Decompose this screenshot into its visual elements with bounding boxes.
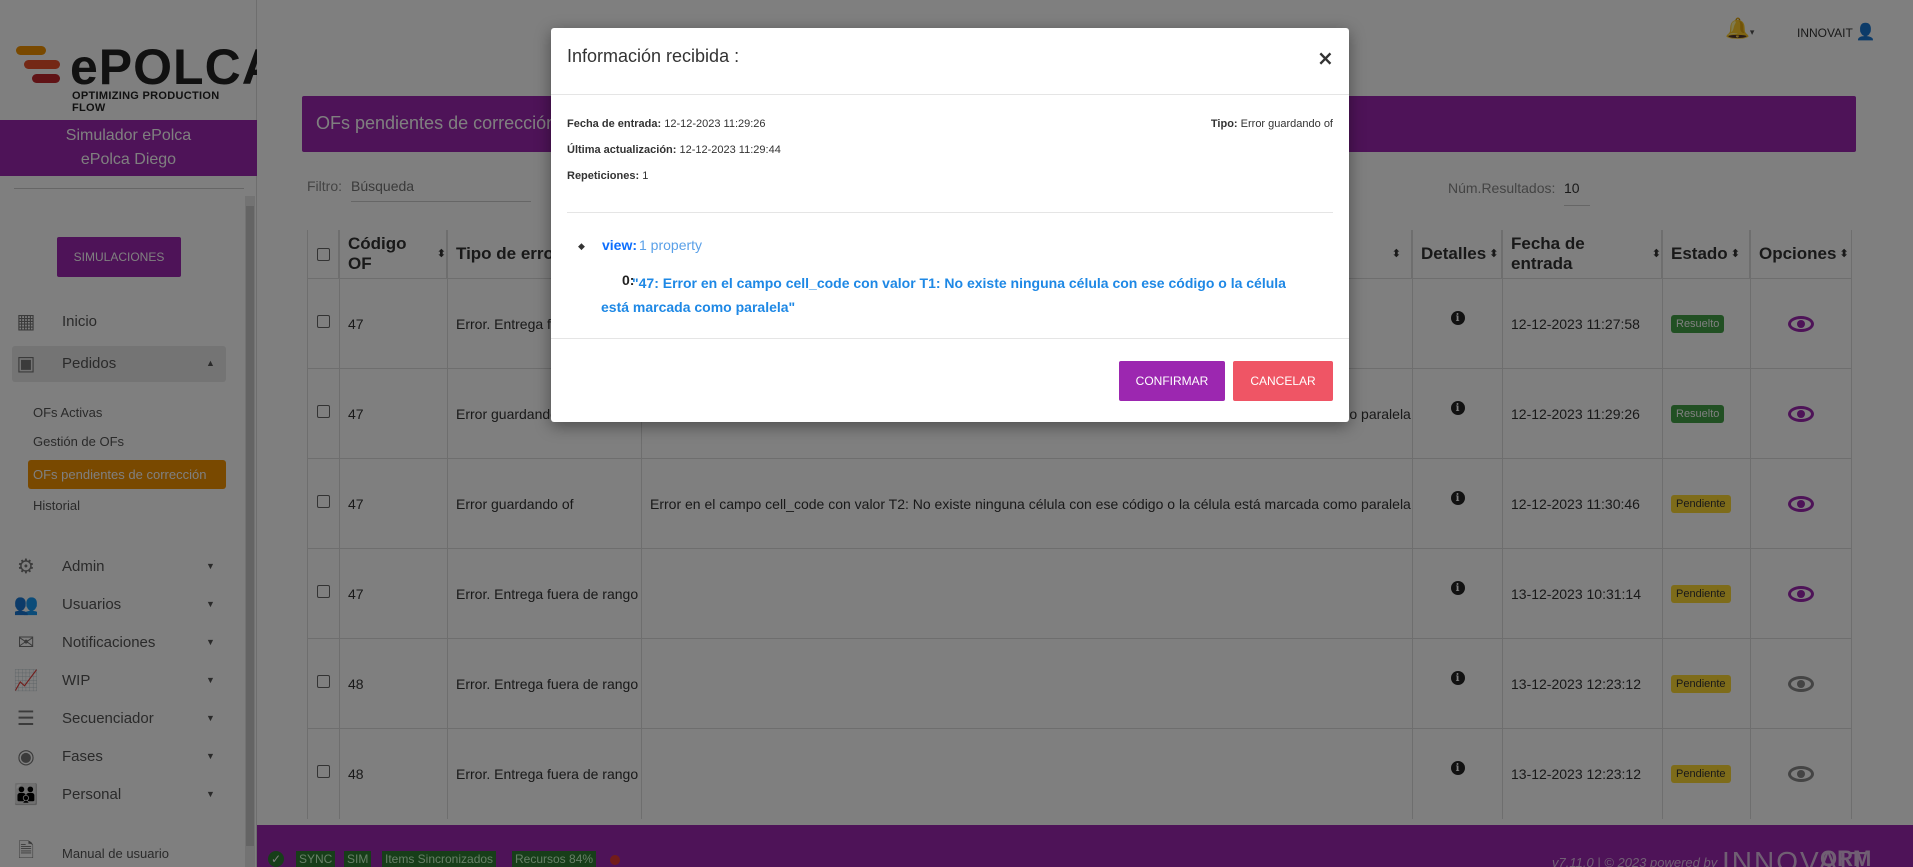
meta-label: Repeticiones: [567, 170, 640, 182]
info-modal: Información recibida : × Fecha de entrad… [551, 28, 1349, 422]
meta-value: 12-12-2023 11:29:26 [664, 118, 766, 130]
repeticiones: Repeticiones: 1 [567, 170, 648, 182]
meta-label: Fecha de entrada: [567, 118, 662, 130]
tipo: Tipo: Error guardando of [1211, 118, 1333, 130]
meta-value: Error guardando of [1240, 118, 1333, 130]
json-key[interactable]: view: [602, 237, 637, 253]
confirm-button[interactable]: CONFIRMAR [1119, 361, 1225, 401]
fecha-entrada: Fecha de entrada: 12-12-2023 11:29:26 [567, 118, 766, 130]
caret-down-icon[interactable]: ◆ [578, 241, 585, 252]
divider [551, 338, 1349, 339]
divider [567, 212, 1333, 213]
json-count[interactable]: 1 property [639, 237, 702, 253]
cancel-button[interactable]: CANCELAR [1233, 361, 1333, 401]
ultima-actualizacion: Última actualización: 12-12-2023 11:29:4… [567, 144, 781, 156]
meta-label: Última actualización: [567, 144, 677, 156]
modal-title: Información recibida : [567, 46, 740, 66]
meta-label: Tipo: [1210, 118, 1238, 130]
meta-value: 12-12-2023 11:29:44 [679, 144, 781, 156]
close-icon[interactable]: × [1317, 46, 1334, 70]
meta-value: 1 [642, 170, 649, 182]
json-value: "47: Error en el campo cell_code con val… [601, 275, 1286, 315]
divider [551, 94, 1349, 95]
